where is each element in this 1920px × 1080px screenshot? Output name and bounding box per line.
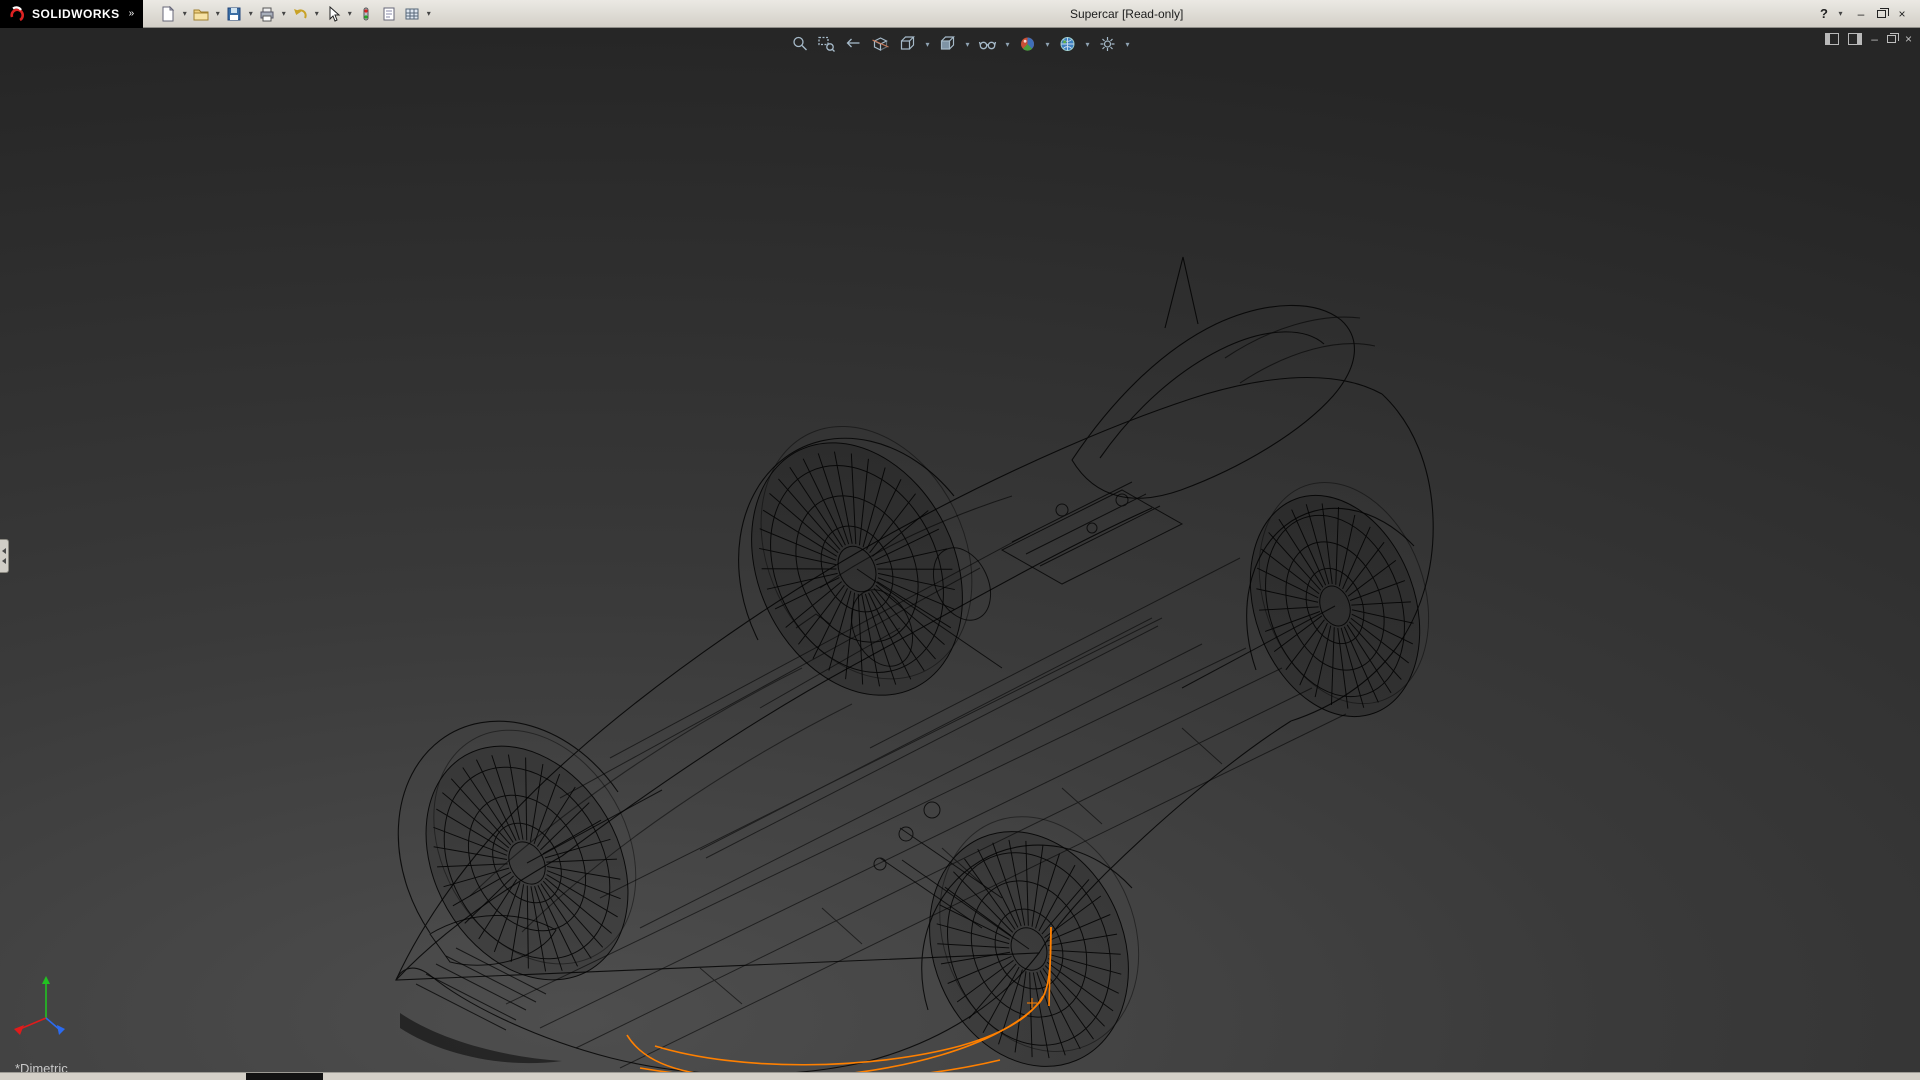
view-orientation-icon <box>899 35 917 53</box>
view-settings-icon <box>1099 35 1117 53</box>
standard-toolbar: ▾ ▾ ▾ ▾ <box>157 3 433 25</box>
view-orientation-button[interactable] <box>897 33 919 55</box>
solidworks-logo: SOLIDWORKS » <box>0 0 143 28</box>
file-properties-icon <box>381 6 397 22</box>
open-caret[interactable]: ▾ <box>213 9 222 18</box>
zoom-to-fit-icon <box>791 35 809 53</box>
rebuild-icon <box>358 6 374 22</box>
dassault-3ds-icon <box>8 5 26 23</box>
view-settings-caret[interactable]: ▾ <box>1124 40 1132 49</box>
print-button[interactable] <box>256 3 278 25</box>
new-caret[interactable]: ▾ <box>180 9 189 18</box>
collapse-arrow-icon <box>2 558 6 564</box>
menu-flyout-icon[interactable]: » <box>126 8 138 19</box>
restore-button[interactable] <box>1877 10 1886 18</box>
undo-caret[interactable]: ▾ <box>312 9 321 18</box>
help-button[interactable]: ? <box>1820 6 1828 21</box>
save-caret[interactable]: ▾ <box>246 9 255 18</box>
document-title: Supercar [Read-only] <box>433 7 1820 21</box>
undo-icon <box>292 6 308 22</box>
save-floppy-icon <box>226 6 242 22</box>
triad-x-arrow <box>14 1025 24 1035</box>
document-close-button[interactable]: × <box>1905 32 1912 46</box>
apply-scene-button[interactable] <box>1057 33 1079 55</box>
section-view-icon <box>872 35 890 53</box>
graphics-area[interactable]: ▾ ▾ ▾ ▾ <box>0 28 1920 1072</box>
rebuild-button[interactable] <box>355 3 377 25</box>
hide-show-items-caret[interactable]: ▾ <box>1004 40 1012 49</box>
options-button[interactable] <box>401 3 423 25</box>
view-settings-button[interactable] <box>1097 33 1119 55</box>
zoom-to-fit-button[interactable] <box>789 33 811 55</box>
display-style-icon <box>939 35 957 53</box>
display-style-button[interactable] <box>937 33 959 55</box>
brand-text: SOLIDWORKS <box>32 7 120 21</box>
hide-show-items-button[interactable] <box>977 33 999 55</box>
app-titlebar: SOLIDWORKS » ▾ ▾ ▾ <box>0 0 1920 28</box>
document-restore-button[interactable] <box>1887 35 1896 43</box>
orientation-triad <box>12 974 76 1038</box>
open-button[interactable] <box>190 3 212 25</box>
model-wireframe[interactable] <box>0 28 1920 1072</box>
zoom-to-area-button[interactable] <box>816 33 838 55</box>
headsup-view-toolbar: ▾ ▾ ▾ ▾ <box>789 33 1132 55</box>
wheel-front-right[interactable] <box>890 786 1177 1072</box>
document-minimize-button[interactable]: – <box>1871 32 1878 46</box>
select-cursor-icon <box>325 6 341 22</box>
scene-globe-icon <box>1059 35 1077 53</box>
wheel-rear-right[interactable] <box>1218 459 1461 741</box>
wheel-front-left[interactable] <box>380 694 681 1017</box>
toolbar-options-caret[interactable]: ▾ <box>424 9 433 18</box>
appearance-ball-icon <box>1019 35 1037 53</box>
apply-scene-caret[interactable]: ▾ <box>1084 40 1092 49</box>
wheel-rear-left[interactable] <box>706 391 1017 731</box>
open-folder-icon <box>193 6 209 22</box>
eyeglasses-icon <box>979 35 997 53</box>
edit-appearance-button[interactable] <box>1017 33 1039 55</box>
edit-appearance-caret[interactable]: ▾ <box>1044 40 1052 49</box>
previous-view-icon <box>845 35 863 53</box>
status-dark-segment <box>246 1073 323 1080</box>
select-button[interactable] <box>322 3 344 25</box>
collapse-arrow-icon <box>2 548 6 554</box>
print-caret[interactable]: ▾ <box>279 9 288 18</box>
section-view-button[interactable] <box>870 33 892 55</box>
triad-z-arrow <box>57 1025 65 1035</box>
display-style-caret[interactable]: ▾ <box>964 40 972 49</box>
select-caret[interactable]: ▾ <box>345 9 354 18</box>
save-button[interactable] <box>223 3 245 25</box>
featuremanager-collapse-tab[interactable] <box>0 539 9 573</box>
triad-x-axis <box>20 1018 46 1029</box>
titlebar-controls: ? ▾ – × <box>1820 6 1920 21</box>
options-grid-icon <box>404 6 420 22</box>
new-document-icon <box>160 6 176 22</box>
print-icon <box>259 6 275 22</box>
view-orientation-caret[interactable]: ▾ <box>924 40 932 49</box>
triad-y-arrow <box>42 976 50 984</box>
pane-toggle-left-icon[interactable] <box>1825 33 1839 45</box>
minimize-button[interactable]: – <box>1853 7 1869 21</box>
help-caret[interactable]: ▾ <box>1836 9 1845 18</box>
view-orientation-label: *Dimetric <box>15 1061 68 1072</box>
close-button[interactable]: × <box>1894 7 1910 21</box>
file-properties-button[interactable] <box>378 3 400 25</box>
zoom-to-area-icon <box>818 35 836 53</box>
document-window-controls: – × <box>1825 32 1912 46</box>
status-bar <box>0 1072 1920 1080</box>
undo-button[interactable] <box>289 3 311 25</box>
new-document-button[interactable] <box>157 3 179 25</box>
previous-view-button[interactable] <box>843 33 865 55</box>
pane-toggle-right-icon[interactable] <box>1848 33 1862 45</box>
